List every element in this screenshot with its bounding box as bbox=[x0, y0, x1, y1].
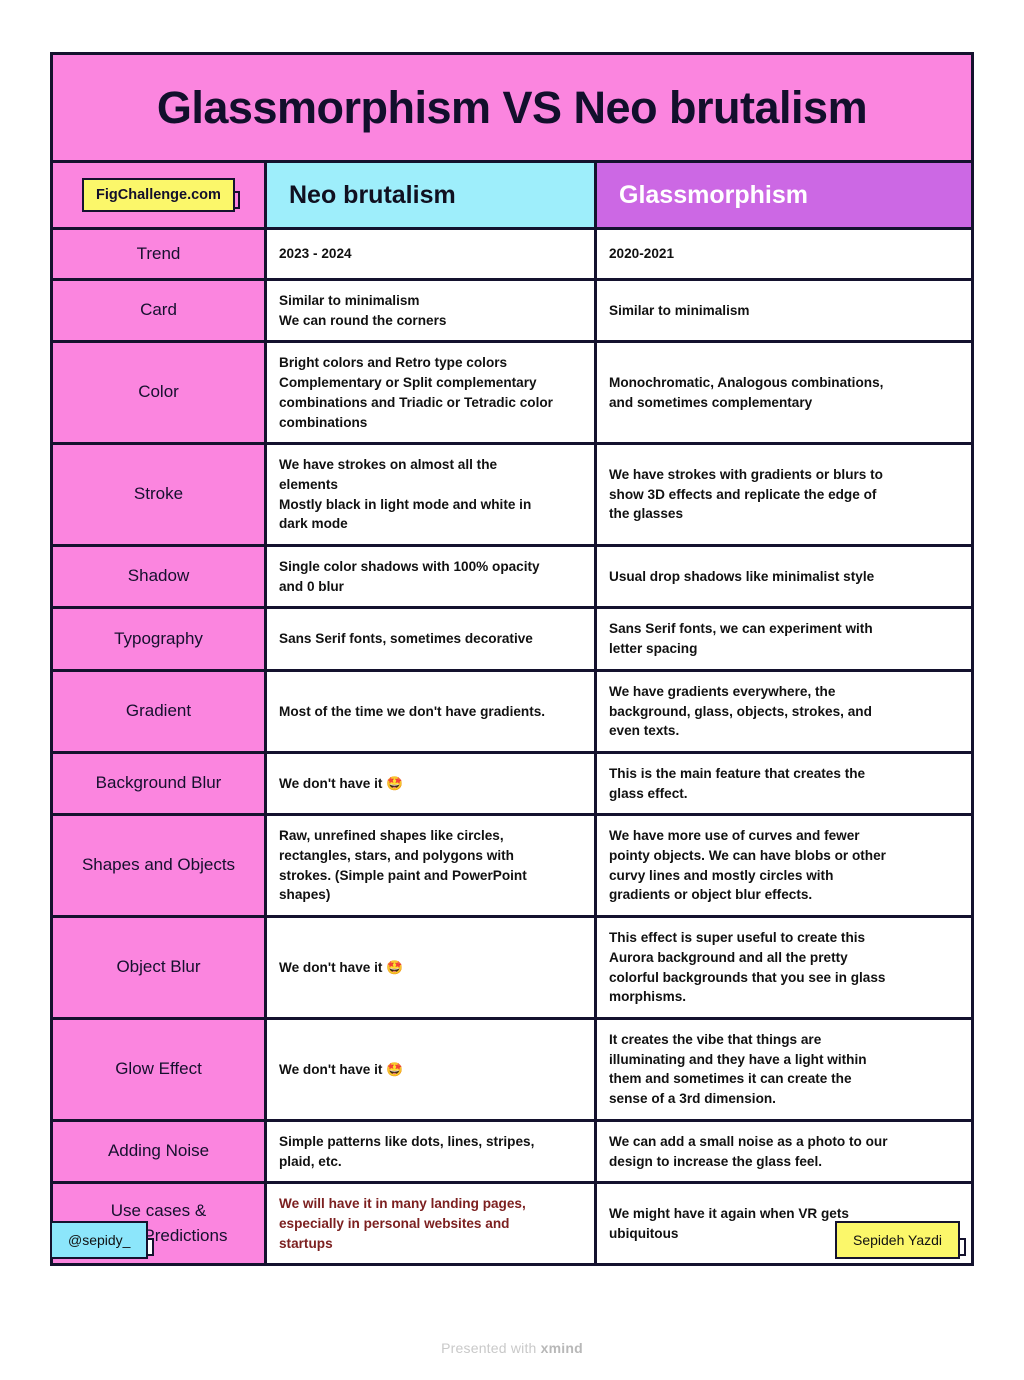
cell-neo-brutalism: Single color shadows with 100% opacity a… bbox=[267, 547, 597, 607]
row-label: Shadow bbox=[53, 547, 267, 607]
row-label: Background Blur bbox=[53, 753, 267, 814]
watermark-prefix: Presented with bbox=[441, 1340, 541, 1356]
cell-glassmorphism: 2020-2021 bbox=[597, 230, 971, 278]
cell-glassmorphism: Sans Serif fonts, we can experiment with… bbox=[597, 609, 971, 669]
row-label: Shapes and Objects bbox=[53, 816, 267, 916]
table-header-row: FigChallenge.com Neo brutalism Glassmorp… bbox=[53, 163, 971, 230]
author-badge[interactable]: Sepideh Yazdi bbox=[835, 1221, 966, 1259]
comparison-table: Glassmorphism VS Neo brutalism FigChalle… bbox=[50, 52, 974, 1267]
xmind-watermark: Presented with xmind bbox=[0, 1340, 1024, 1356]
cell-glassmorphism: We have more use of curves and fewer poi… bbox=[597, 816, 971, 916]
cell-glassmorphism: We have gradients everywhere, the backgr… bbox=[597, 671, 971, 751]
table-body: Trend 2023 - 2024 2020-2021 Card Similar to … bbox=[53, 230, 971, 1264]
table-row: Trend 2023 - 2024 2020-2021 bbox=[53, 230, 971, 281]
cell-glassmorphism: We have strokes with gradients or blurs … bbox=[597, 445, 971, 545]
cell-glassmorphism: This is the main feature that creates th… bbox=[597, 753, 971, 814]
column-header-neo-brutalism: Neo brutalism bbox=[267, 163, 597, 227]
cell-neo-brutalism: We don't have it 🤩 bbox=[267, 918, 597, 1017]
table-row: Typography Sans Serif fonts, sometimes de… bbox=[53, 609, 971, 672]
table-row: Shapes and Objects Raw, unrefined shapes … bbox=[53, 816, 971, 919]
row-label: Typography bbox=[53, 609, 267, 669]
cell-neo-brutalism: We don't have it 🤩 bbox=[267, 1019, 597, 1119]
author-badge-label: Sepideh Yazdi bbox=[835, 1221, 960, 1259]
figchallenge-badge-label: FigChallenge.com bbox=[82, 178, 235, 212]
row-label: Object Blur bbox=[53, 918, 267, 1017]
cell-glassmorphism: It creates the vibe that things are illu… bbox=[597, 1019, 971, 1119]
cell-neo-brutalism: 2023 - 2024 bbox=[267, 230, 597, 278]
cell-neo-brutalism: Bright colors and Retro type colors Comp… bbox=[267, 343, 597, 443]
row-label: Card bbox=[53, 281, 267, 341]
table-row: Color Bright colors and Retro type colors… bbox=[53, 343, 971, 446]
cell-neo-brutalism: Sans Serif fonts, sometimes decorative bbox=[267, 609, 597, 669]
page-title: Glassmorphism VS Neo brutalism bbox=[156, 82, 868, 133]
handle-badge-label: @sepidy_ bbox=[50, 1221, 149, 1259]
poster-page: Glassmorphism VS Neo brutalism FigChalle… bbox=[0, 0, 1024, 1380]
cell-neo-brutalism: Most of the time we don't have gradients… bbox=[267, 671, 597, 751]
row-label: Color bbox=[53, 343, 267, 443]
cell-glassmorphism: Similar to minimalism bbox=[597, 281, 971, 341]
table-row: Card Similar to minimalism We can round t… bbox=[53, 281, 971, 344]
column-header-glassmorphism: Glassmorphism bbox=[597, 163, 971, 227]
table-row: Stroke We have strokes on almost all the … bbox=[53, 445, 971, 548]
table-row: Gradient Most of the time we don't have g… bbox=[53, 671, 971, 754]
table-row: Object Blur We don't have it 🤩 This effect… bbox=[53, 918, 971, 1020]
cell-neo-brutalism: Raw, unrefined shapes like circles, rect… bbox=[267, 816, 597, 916]
row-label: Gradient bbox=[53, 671, 267, 751]
row-label: Glow Effect bbox=[53, 1019, 267, 1119]
cell-neo-brutalism: Simple patterns like dots, lines, stripe… bbox=[267, 1121, 597, 1182]
title-banner: Glassmorphism VS Neo brutalism bbox=[53, 55, 971, 163]
row-label: Stroke bbox=[53, 445, 267, 545]
cell-glassmorphism: This effect is super useful to create th… bbox=[597, 918, 971, 1017]
table-row: Adding Noise Simple patterns like dots, l… bbox=[53, 1121, 971, 1185]
column-header-neo-brutalism-label: Neo brutalism bbox=[289, 180, 456, 209]
table-row: Background Blur We don't have it 🤩 This is… bbox=[53, 753, 971, 817]
figchallenge-badge[interactable]: FigChallenge.com bbox=[82, 178, 240, 212]
cell-neo-brutalism: We have strokes on almost all the elemen… bbox=[267, 445, 597, 545]
row-label: Trend bbox=[53, 230, 267, 278]
column-header-glassmorphism-label: Glassmorphism bbox=[619, 180, 808, 209]
row-label: Adding Noise bbox=[53, 1121, 267, 1182]
cell-neo-brutalism: Similar to minimalism We can round the c… bbox=[267, 281, 597, 341]
cell-glassmorphism: Usual drop shadows like minimalist style bbox=[597, 547, 971, 607]
table-row: Glow Effect We don't have it 🤩 It creates … bbox=[53, 1019, 971, 1122]
watermark-brand: xmind bbox=[540, 1340, 583, 1356]
table-row: Shadow Single color shadows with 100% opa… bbox=[53, 547, 971, 610]
brand-cell: FigChallenge.com bbox=[53, 163, 267, 227]
cell-glassmorphism: Monochromatic, Analogous combinations, a… bbox=[597, 343, 971, 443]
cell-glassmorphism: We can add a small noise as a photo to o… bbox=[597, 1121, 971, 1182]
handle-badge[interactable]: @sepidy_ bbox=[50, 1221, 155, 1259]
cell-neo-brutalism: We don't have it 🤩 bbox=[267, 753, 597, 814]
footer-badges: @sepidy_ Sepideh Yazdi bbox=[50, 1221, 974, 1284]
